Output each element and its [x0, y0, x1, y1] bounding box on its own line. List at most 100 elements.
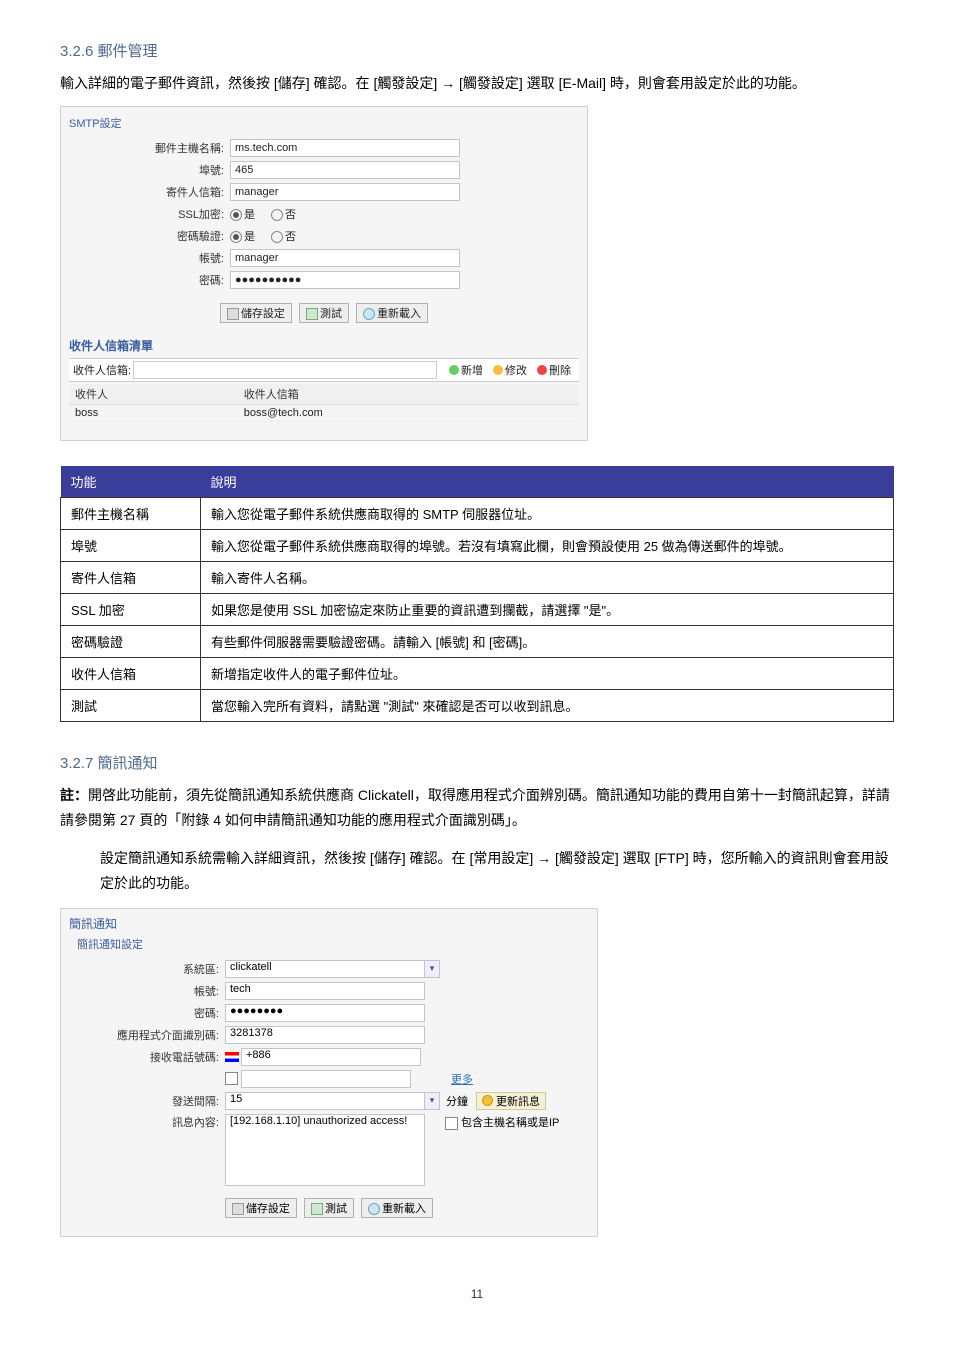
- reload-icon: [368, 1203, 380, 1215]
- include-checkbox[interactable]: [445, 1117, 458, 1130]
- add-icon: [449, 365, 459, 375]
- cell-description: 輸入您從電子郵件系統供應商取得的 SMTP 伺服器位址。: [201, 498, 894, 530]
- cell-description: 輸入您從電子郵件系統供應商取得的埠號。若沒有填寫此欄，則會預設使用 25 做為傳…: [201, 530, 894, 562]
- auth-label: 密碼驗證:: [69, 228, 230, 244]
- table-row: 埠號輸入您從電子郵件系統供應商取得的埠號。若沒有填寫此欄，則會預設使用 25 做…: [61, 530, 894, 562]
- section-327-para: 設定簡訊通知系統需輸入詳細資訊，然後按 [儲存] 確認。在 [常用設定] → […: [60, 846, 894, 896]
- col-recipient: 收件人: [69, 384, 238, 405]
- cell-description: 有些郵件伺服器需要驗證密碼。請輸入 [帳號] 和 [密碼]。: [201, 626, 894, 658]
- checkbox-phone[interactable]: [225, 1072, 238, 1085]
- ssl-label: SSL加密:: [69, 206, 230, 222]
- acct-label: 帳號:: [69, 250, 230, 266]
- system-input[interactable]: clickatell: [225, 960, 425, 978]
- save-label: 儲存設定: [241, 308, 285, 320]
- table-row[interactable]: boss boss@tech.com: [69, 405, 579, 422]
- dropdown-icon[interactable]: ▾: [425, 1092, 440, 1110]
- test-icon: [311, 1203, 323, 1215]
- sender-input[interactable]: manager: [230, 183, 460, 201]
- ssl-no-radio[interactable]: 否: [271, 206, 296, 222]
- note-line: 註：開啓此功能前，須先從簡訊通知系統供應商 Clickatell，取得應用程式介…: [60, 783, 894, 833]
- api-label: 應用程式介面識別碼:: [69, 1027, 225, 1043]
- smtp-title: SMTP設定: [69, 115, 579, 131]
- edit-label: 修改: [505, 362, 527, 378]
- delete-button[interactable]: 刪除: [533, 362, 575, 378]
- cell-function: 測試: [61, 690, 201, 722]
- table-row: 寄件人信箱輸入寄件人名稱。: [61, 562, 894, 594]
- col-mail: 收件人信箱: [238, 384, 579, 405]
- sms-title: 簡訊通知: [69, 915, 589, 932]
- add-button[interactable]: 新增: [445, 362, 487, 378]
- page-number: 11: [60, 1287, 894, 1301]
- recvphone-input[interactable]: [241, 1070, 411, 1088]
- sms-acct-label: 帳號:: [69, 983, 225, 999]
- save-label: 儲存設定: [246, 1203, 290, 1215]
- auth-yes-label: 是: [244, 231, 255, 243]
- update-icon: [482, 1095, 493, 1106]
- edit-icon: [493, 365, 503, 375]
- cell-description: 新增指定收件人的電子郵件位址。: [201, 658, 894, 690]
- col-description: 說明: [201, 466, 894, 498]
- delete-label: 刪除: [549, 362, 571, 378]
- msg-input[interactable]: [192.168.1.10] unauthorized access!: [225, 1114, 425, 1186]
- reload-icon: [363, 308, 375, 320]
- save-icon: [227, 308, 239, 320]
- cell-function: 收件人信箱: [61, 658, 201, 690]
- reload-button[interactable]: 重新載入: [356, 303, 428, 323]
- recvphone-prefix[interactable]: +886: [241, 1048, 421, 1066]
- auth-no-label: 否: [285, 231, 296, 243]
- sms-pwd-label: 密碼:: [69, 1005, 225, 1021]
- cell-function: 密碼驗證: [61, 626, 201, 658]
- sms-reload-button[interactable]: 重新載入: [361, 1198, 433, 1218]
- auth-no-radio[interactable]: 否: [271, 228, 296, 244]
- pwd-label: 密碼:: [69, 272, 230, 288]
- interval-unit: 分鐘: [446, 1093, 468, 1109]
- port-input[interactable]: 465: [230, 161, 460, 179]
- reload-label: 重新載入: [382, 1203, 426, 1215]
- table-row: 測試當您輸入完所有資料，請點選 "測試" 來確認是否可以收到訊息。: [61, 690, 894, 722]
- api-input[interactable]: 3281378: [225, 1026, 425, 1044]
- flag-icon: [225, 1052, 239, 1062]
- cell-function: 寄件人信箱: [61, 562, 201, 594]
- auth-yes-radio[interactable]: 是: [230, 228, 255, 244]
- cell-description: 如果您是使用 SSL 加密協定來防止重要的資訊遭到攔截，請選擇 "是"。: [201, 594, 894, 626]
- interval-label: 發送間隔:: [69, 1093, 225, 1109]
- section-326-para: 輸入詳細的電子郵件資訊，然後按 [儲存] 確認。在 [觸發設定] → [觸發設定…: [60, 71, 894, 96]
- add-label: 新增: [461, 362, 483, 378]
- interval-input[interactable]: 15: [225, 1092, 425, 1110]
- update-msg-button[interactable]: 更新訊息: [476, 1092, 546, 1110]
- update-label: 更新訊息: [496, 1093, 540, 1109]
- test-label: 測試: [320, 308, 342, 320]
- dropdown-icon[interactable]: ▾: [425, 960, 440, 978]
- acct-input[interactable]: manager: [230, 249, 460, 267]
- sms-pwd-input[interactable]: ●●●●●●●●: [225, 1004, 425, 1022]
- test-button[interactable]: 測試: [299, 303, 349, 323]
- table-row: 收件人信箱新增指定收件人的電子郵件位址。: [61, 658, 894, 690]
- more-link[interactable]: 更多: [451, 1071, 473, 1087]
- col-function: 功能: [61, 466, 201, 498]
- cell-description: 當您輸入完所有資料，請點選 "測試" 來確認是否可以收到訊息。: [201, 690, 894, 722]
- note-text: 開啓此功能前，須先從簡訊通知系統供應商 Clickatell，取得應用程式介面辨…: [60, 787, 890, 828]
- edit-button[interactable]: 修改: [489, 362, 531, 378]
- table-row: SSL 加密如果您是使用 SSL 加密協定來防止重要的資訊遭到攔截，請選擇 "是…: [61, 594, 894, 626]
- system-label: 系統區:: [69, 961, 225, 977]
- pwd-input[interactable]: ●●●●●●●●●●: [230, 271, 460, 289]
- sms-subtitle: 簡訊通知設定: [77, 936, 589, 952]
- sms-acct-input[interactable]: tech: [225, 982, 425, 1000]
- save-button[interactable]: 儲存設定: [220, 303, 292, 323]
- recipient-input[interactable]: [133, 361, 437, 379]
- table-row: 郵件主機名稱輸入您從電子郵件系統供應商取得的 SMTP 伺服器位址。: [61, 498, 894, 530]
- recipient-table: 收件人 收件人信箱 boss boss@tech.com: [69, 384, 579, 422]
- sender-label: 寄件人信箱:: [69, 184, 230, 200]
- cell-function: 埠號: [61, 530, 201, 562]
- test-label: 測試: [325, 1203, 347, 1215]
- delete-icon: [537, 365, 547, 375]
- description-table: 功能 說明 郵件主機名稱輸入您從電子郵件系統供應商取得的 SMTP 伺服器位址。…: [60, 466, 894, 722]
- ssl-yes-radio[interactable]: 是: [230, 206, 255, 222]
- cell-mail: boss@tech.com: [238, 405, 579, 422]
- sms-test-button[interactable]: 測試: [304, 1198, 354, 1218]
- sms-save-button[interactable]: 儲存設定: [225, 1198, 297, 1218]
- reload-label: 重新載入: [377, 308, 421, 320]
- ssl-yes-label: 是: [244, 209, 255, 221]
- save-icon: [232, 1203, 244, 1215]
- host-input[interactable]: ms.tech.com: [230, 139, 460, 157]
